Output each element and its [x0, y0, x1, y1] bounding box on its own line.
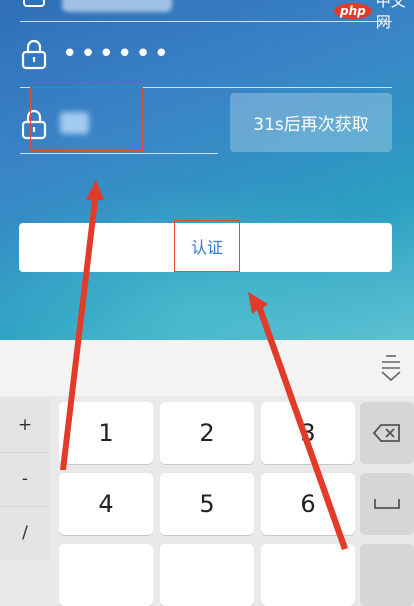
key-2[interactable]: 2 — [160, 402, 254, 464]
site-watermark: php 中文网 — [334, 0, 414, 31]
numeric-keyboard: + - / 1 2 3 4 5 6 — [0, 340, 414, 606]
lock-icon — [20, 38, 48, 70]
key-partial-left[interactable] — [59, 544, 153, 606]
keyboard-toolbar — [0, 340, 414, 396]
submit-button-label: 认证 — [174, 220, 240, 272]
highlight-box-code-field — [30, 87, 143, 151]
key-3[interactable]: 3 — [261, 402, 355, 464]
key-partial-fn[interactable] — [360, 544, 414, 606]
key-6[interactable]: 6 — [261, 473, 355, 535]
keyboard-collapse-icon[interactable] — [378, 352, 404, 382]
login-form-area: •••••• 7 5 31s后再次获取 认证 php 中文网 — [0, 0, 414, 340]
key-5[interactable]: 5 — [160, 473, 254, 535]
key-partial-middle[interactable] — [160, 544, 254, 606]
key-plus[interactable]: + — [0, 398, 50, 453]
key-4[interactable]: 4 — [59, 473, 153, 535]
key-slash[interactable]: / — [0, 506, 50, 560]
key-1[interactable]: 1 — [59, 402, 153, 464]
key-partial-right[interactable] — [261, 544, 355, 606]
resend-code-button[interactable]: 31s后再次获取 — [230, 93, 392, 152]
space-key[interactable] — [360, 473, 414, 535]
verification-code-underline — [20, 153, 218, 154]
backspace-key[interactable] — [360, 402, 414, 464]
watermark-site-name: 中文网 — [375, 0, 406, 31]
password-field[interactable]: •••••• — [62, 41, 172, 67]
watermark-badge: php — [334, 3, 372, 19]
key-minus[interactable]: - — [0, 452, 50, 507]
symbol-column: + - / — [0, 398, 50, 561]
phone-icon — [20, 0, 48, 22]
phone-field-value[interactable] — [62, 0, 172, 12]
